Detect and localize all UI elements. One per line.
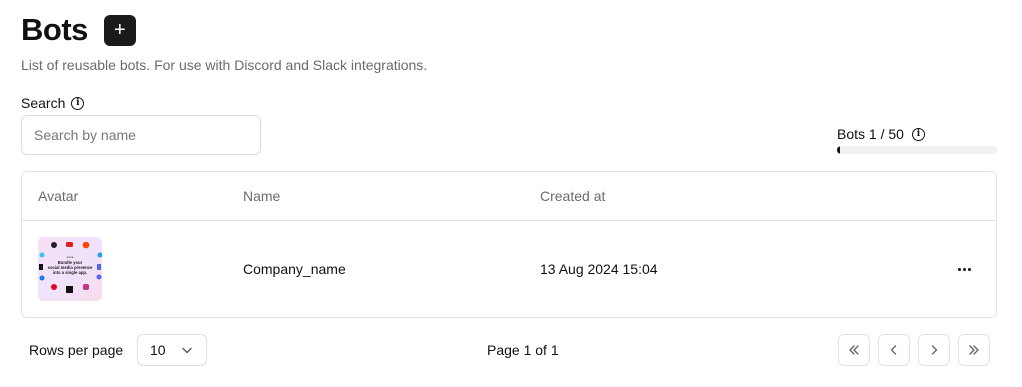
bot-created-at: 13 Aug 2024 15:04 (540, 261, 658, 277)
title-row: Bots + (21, 10, 136, 50)
add-bot-button[interactable]: + (103, 14, 136, 46)
bots-quota: Bots 1 / 50 i (837, 126, 997, 154)
previous-page-button[interactable] (878, 334, 910, 366)
rows-per-page-label: Rows per page (29, 342, 124, 358)
bot-avatar: ●●●● Bundle your social media presence i… (38, 237, 102, 301)
bots-quota-progress (837, 146, 997, 154)
chevron-down-icon (182, 347, 192, 354)
page-info: Page 1 of 1 (487, 342, 559, 358)
search-label: Search (21, 95, 66, 111)
pagination-controls (838, 334, 990, 366)
page-title: Bots (21, 12, 88, 47)
column-header-name: Name (243, 188, 281, 204)
chevron-left-icon (890, 345, 897, 355)
column-header-avatar: Avatar (38, 188, 79, 204)
info-icon[interactable]: i (71, 96, 85, 110)
table-row[interactable]: ●●●● Bundle your social media presence i… (22, 221, 996, 317)
last-page-button[interactable] (958, 334, 990, 366)
page-subtitle: List of reusable bots. For use with Disc… (21, 57, 428, 73)
svg-text:into a single app.: into a single app. (53, 270, 87, 275)
chevrons-left-icon (849, 345, 859, 355)
chevrons-right-icon (969, 345, 979, 355)
table-header: Avatar Name Created at (22, 172, 996, 221)
bot-name: Company_name (243, 261, 346, 277)
pagination-footer: Rows per page 10 Page 1 of 1 (29, 334, 991, 366)
bots-table: Avatar Name Created at ●●●● Bundle your … (21, 171, 997, 318)
more-horizontal-icon[interactable] (952, 257, 976, 281)
svg-text:●●●●: ●●●● (66, 255, 73, 259)
chevron-right-icon (931, 345, 938, 355)
rows-per-page-select[interactable]: 10 (137, 334, 207, 366)
info-icon[interactable]: i (911, 127, 925, 141)
rows-per-page-value: 10 (150, 342, 166, 358)
bots-quota-progress-fill (837, 146, 841, 154)
avatar-image: ●●●● Bundle your social media presence i… (39, 241, 102, 293)
first-page-button[interactable] (838, 334, 870, 366)
next-page-button[interactable] (918, 334, 950, 366)
search-label-row: Search i (21, 95, 85, 111)
bots-quota-label: Bots 1 / 50 (837, 126, 904, 142)
search-input[interactable] (21, 115, 261, 155)
column-header-created-at: Created at (540, 188, 606, 204)
